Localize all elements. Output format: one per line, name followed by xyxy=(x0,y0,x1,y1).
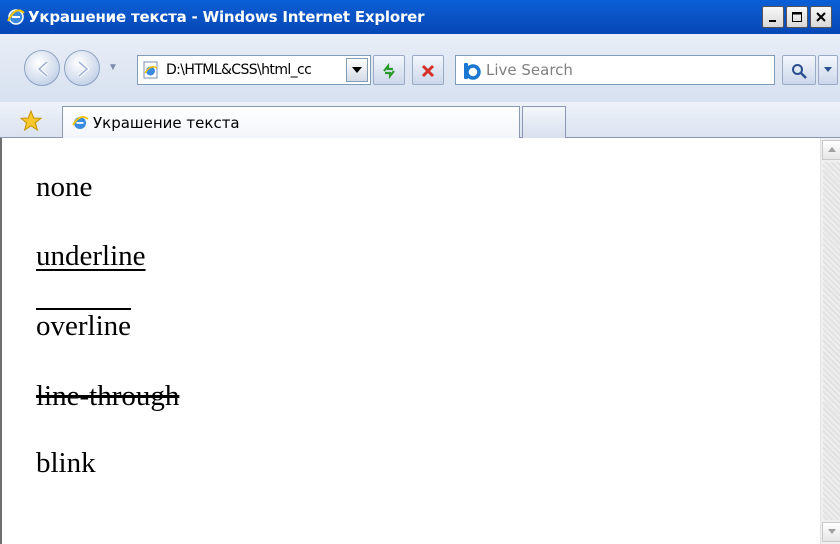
vertical-scrollbar[interactable] xyxy=(820,138,840,544)
window-title: Украшение текста - Windows Internet Expl… xyxy=(28,8,425,26)
back-icon xyxy=(36,60,49,78)
stop-icon xyxy=(421,64,435,78)
new-tab-button[interactable] xyxy=(522,106,566,138)
address-bar[interactable]: D:\HTML&CSS\html_cc xyxy=(137,55,371,85)
text-line-through: line-through xyxy=(36,380,180,412)
ie-page-icon xyxy=(72,116,89,129)
page-content: none underline overline line-through bli… xyxy=(0,138,840,544)
back-button[interactable] xyxy=(24,50,60,86)
search-button[interactable] xyxy=(782,55,816,85)
scroll-down-button[interactable] xyxy=(822,522,840,542)
chevron-up-icon xyxy=(828,147,836,152)
refresh-icon xyxy=(383,62,395,80)
text-underline: underline xyxy=(36,240,146,272)
refresh-button[interactable] xyxy=(373,55,405,85)
search-input[interactable] xyxy=(486,60,766,80)
search-magnifier-icon xyxy=(792,64,807,79)
scroll-track[interactable] xyxy=(823,162,840,520)
tab-label: Украшение текста xyxy=(93,114,240,132)
address-dropdown-button[interactable] xyxy=(346,58,368,82)
search-box[interactable] xyxy=(455,55,775,85)
title-bar: Украшение текста - Windows Internet Expl… xyxy=(0,0,840,34)
minimize-button[interactable] xyxy=(762,6,784,28)
search-options-button[interactable] xyxy=(818,55,838,85)
chevron-down-icon xyxy=(824,67,832,72)
history-dropdown-icon[interactable]: ▼ xyxy=(108,62,118,73)
close-button[interactable] xyxy=(810,6,832,28)
tab-active[interactable]: Украшение текста xyxy=(62,106,520,138)
ie-logo-icon xyxy=(7,9,25,25)
favorites-star-icon[interactable] xyxy=(20,110,42,132)
live-search-icon xyxy=(464,63,481,80)
tab-bar: Украшение текста xyxy=(0,102,840,138)
maximize-button[interactable] xyxy=(786,6,808,28)
forward-button[interactable] xyxy=(64,50,100,86)
stop-button[interactable] xyxy=(412,55,444,85)
text-overline: overline xyxy=(36,310,132,342)
page-icon xyxy=(143,61,158,79)
scroll-up-button[interactable] xyxy=(822,140,840,160)
minimize-icon xyxy=(769,20,776,22)
maximize-icon xyxy=(792,12,802,22)
chevron-down-icon xyxy=(828,529,836,534)
close-icon xyxy=(816,12,826,22)
forward-icon xyxy=(77,60,90,78)
chevron-down-icon xyxy=(352,67,362,73)
address-url[interactable]: D:\HTML&CSS\html_cc xyxy=(166,62,338,78)
text-none: none xyxy=(36,171,93,203)
text-blink: blink xyxy=(36,447,96,479)
